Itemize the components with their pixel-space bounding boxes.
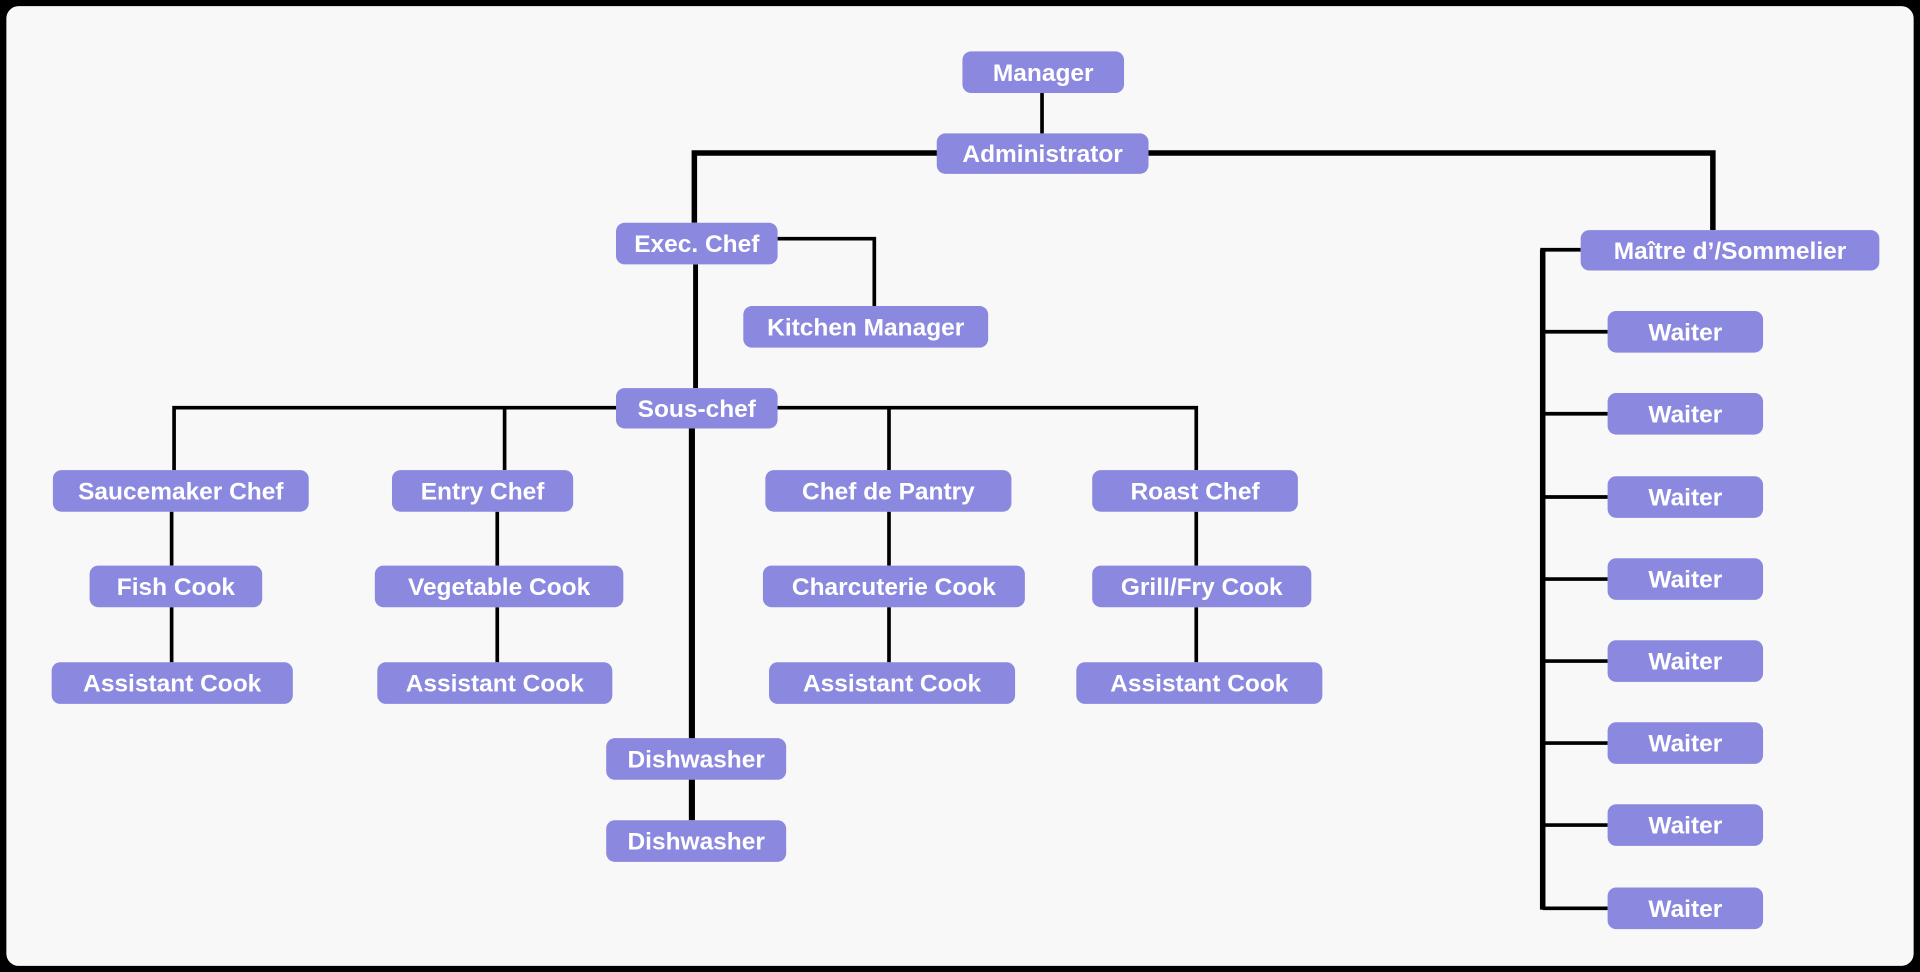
node-assistant-cook-label: Assistant Cook: [803, 671, 982, 698]
node-sous-chef-label: Sous-chef: [638, 396, 757, 423]
node-assistant-cook[interactable]: Assistant Cook: [1076, 662, 1323, 704]
node-waiter-label: Waiter: [1648, 319, 1722, 346]
node-station-chef-label: Entry Chef: [421, 478, 546, 505]
node-waiter-label: Waiter: [1648, 401, 1722, 428]
node-station-cook[interactable]: Vegetable Cook: [374, 565, 624, 608]
node-assistant-cook[interactable]: Assistant Cook: [51, 662, 293, 704]
node-station-chef-label: Saucemaker Chef: [78, 478, 284, 505]
node-station-chef-label: Chef de Pantry: [802, 478, 975, 505]
node-station-chef[interactable]: Saucemaker Chef: [52, 470, 309, 512]
node-waiter[interactable]: Waiter: [1607, 476, 1764, 518]
node-assistant-cook-label: Assistant Cook: [1110, 671, 1289, 698]
node-waiter-label: Waiter: [1648, 896, 1722, 923]
node-station-cook-label: Charcuterie Cook: [792, 574, 996, 601]
node-assistant-cook[interactable]: Assistant Cook: [769, 662, 1016, 704]
node-exec-chef[interactable]: Exec. Chef: [616, 222, 778, 265]
node-station-cook[interactable]: Fish Cook: [89, 565, 263, 608]
node-station-cook[interactable]: Grill/Fry Cook: [1092, 565, 1312, 608]
node-station-cook-label: Grill/Fry Cook: [1121, 574, 1283, 601]
node-maitre-label: Maître d’/Sommelier: [1614, 238, 1847, 265]
node-station-cook-label: Fish Cook: [117, 574, 236, 601]
node-waiter-label: Waiter: [1648, 731, 1722, 758]
node-maitre[interactable]: Maître d’/Sommelier: [1580, 230, 1880, 271]
node-waiter[interactable]: Waiter: [1607, 558, 1764, 600]
node-assistant-cook[interactable]: Assistant Cook: [377, 662, 613, 704]
node-waiter-label: Waiter: [1648, 485, 1722, 512]
node-dishwasher-label: Dishwasher: [628, 747, 766, 774]
node-waiter[interactable]: Waiter: [1607, 310, 1764, 353]
node-station-chef[interactable]: Roast Chef: [1092, 470, 1298, 512]
node-kitchen-manager[interactable]: Kitchen Manager: [743, 306, 989, 348]
node-waiter[interactable]: Waiter: [1607, 392, 1764, 435]
node-waiter[interactable]: Waiter: [1607, 640, 1764, 682]
node-dishwasher[interactable]: Dishwasher: [606, 820, 787, 862]
node-manager-label: Manager: [993, 60, 1094, 87]
node-waiter[interactable]: Waiter: [1607, 887, 1764, 930]
node-kitchen-manager-label: Kitchen Manager: [767, 314, 965, 341]
node-administrator-label: Administrator: [962, 141, 1123, 168]
node-waiter[interactable]: Waiter: [1607, 804, 1764, 846]
node-administrator[interactable]: Administrator: [936, 133, 1149, 174]
node-manager[interactable]: Manager: [962, 51, 1125, 94]
node-dishwasher-label: Dishwasher: [628, 829, 766, 856]
node-exec-chef-label: Exec. Chef: [634, 231, 760, 258]
node-dishwasher[interactable]: Dishwasher: [606, 738, 787, 780]
node-waiter-label: Waiter: [1648, 567, 1722, 594]
node-station-chef[interactable]: Entry Chef: [391, 470, 574, 512]
node-station-chef[interactable]: Chef de Pantry: [765, 470, 1012, 512]
node-sous-chef[interactable]: Sous-chef: [616, 388, 778, 429]
node-station-cook[interactable]: Charcuterie Cook: [762, 565, 1025, 608]
node-waiter-label: Waiter: [1648, 813, 1722, 840]
node-waiter[interactable]: Waiter: [1607, 722, 1764, 764]
node-assistant-cook-label: Assistant Cook: [406, 671, 585, 698]
org-chart: Manager Administrator Exec. Chef Kitchen Ma…: [6, 6, 1914, 966]
node-station-chef-label: Roast Chef: [1130, 478, 1260, 505]
node-assistant-cook-label: Assistant Cook: [83, 671, 262, 698]
node-station-cook-label: Vegetable Cook: [408, 574, 591, 601]
node-waiter-label: Waiter: [1648, 649, 1722, 676]
